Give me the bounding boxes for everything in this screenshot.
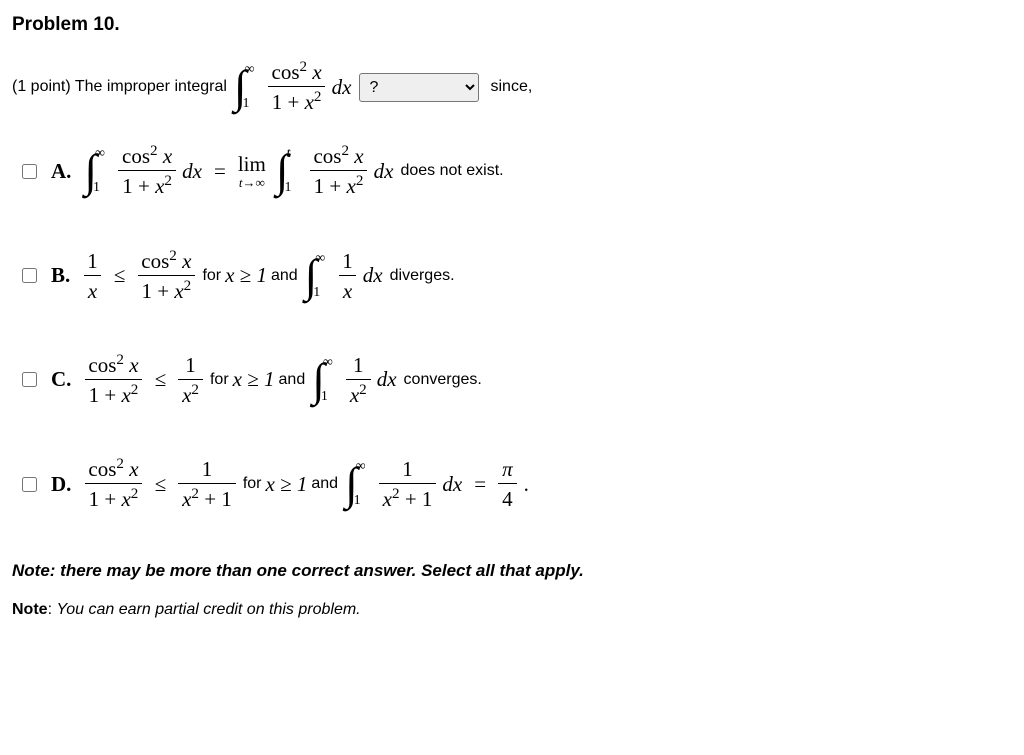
question-suffix: since, xyxy=(491,78,533,96)
problem-title: Problem 10. xyxy=(12,14,1012,36)
checkbox-d[interactable] xyxy=(22,477,37,492)
question-integral: ∫ ∞ 1 cos2 x 1 + x2 dx xyxy=(234,60,352,114)
option-d: D. cos2 x 1 + x2 ≤ 1 x2 + 1 for x ≥ 1 an… xyxy=(12,457,1012,511)
option-b-content: B. 1 x ≤ cos2 x 1 + x2 for x ≥ 1 and ∫ ∞… xyxy=(51,249,455,303)
checkbox-a[interactable] xyxy=(22,164,37,179)
option-c: C. cos2 x 1 + x2 ≤ 1 x2 for x ≥ 1 and ∫ … xyxy=(12,353,1012,407)
notes: Note: there may be more than one correct… xyxy=(12,561,1012,619)
option-c-content: C. cos2 x 1 + x2 ≤ 1 x2 for x ≥ 1 and ∫ … xyxy=(51,353,482,407)
checkbox-c[interactable] xyxy=(22,372,37,387)
option-a-content: A. ∫ ∞ 1 cos2 x 1 + x2 dx = lim t→∞ xyxy=(51,144,504,198)
options-list: A. ∫ ∞ 1 cos2 x 1 + x2 dx = lim t→∞ xyxy=(12,144,1012,511)
option-b: B. 1 x ≤ cos2 x 1 + x2 for x ≥ 1 and ∫ ∞… xyxy=(12,249,1012,303)
answer-select[interactable]: ? xyxy=(359,73,479,102)
checkbox-b[interactable] xyxy=(22,268,37,283)
question-line: (1 point) The improper integral ∫ ∞ 1 co… xyxy=(12,60,1012,114)
option-d-content: D. cos2 x 1 + x2 ≤ 1 x2 + 1 for x ≥ 1 an… xyxy=(51,457,529,511)
option-a: A. ∫ ∞ 1 cos2 x 1 + x2 dx = lim t→∞ xyxy=(12,144,1012,198)
note-multi-answer: Note: there may be more than one correct… xyxy=(12,561,1012,581)
note-partial-credit: Note: You can earn partial credit on thi… xyxy=(12,601,1012,619)
question-prefix: (1 point) The improper integral xyxy=(12,78,227,96)
